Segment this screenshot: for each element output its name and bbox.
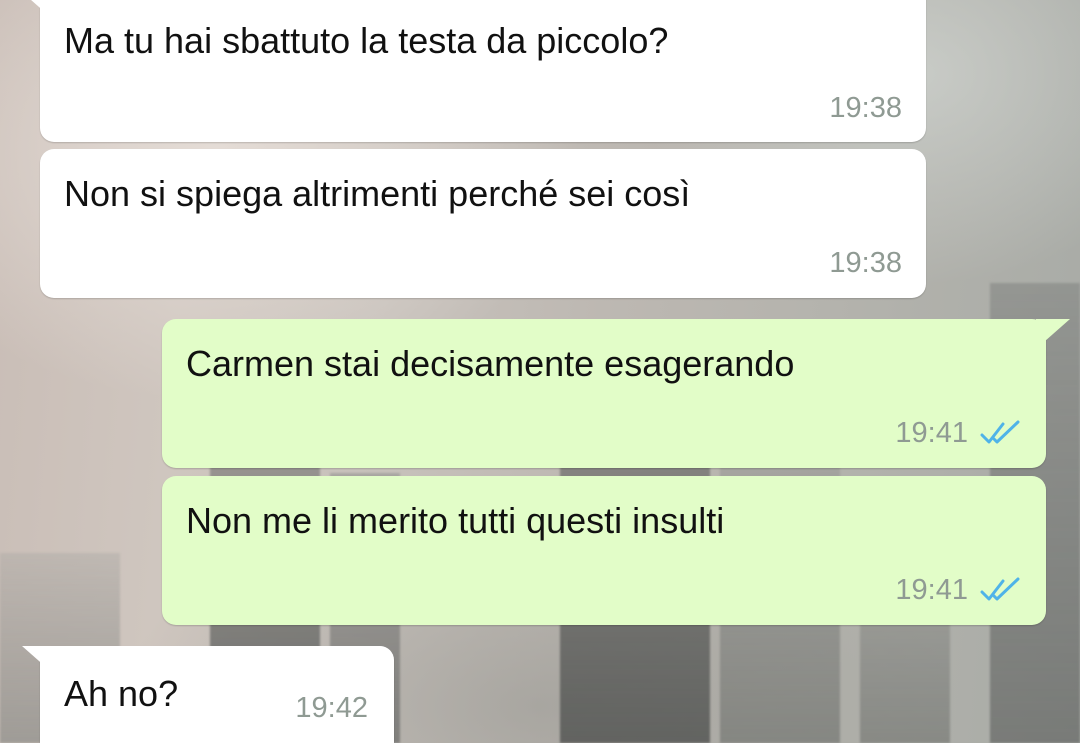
message-timestamp: 19:38	[829, 92, 902, 124]
message-list[interactable]: Ma tu hai sbattuto la testa da piccolo? …	[0, 0, 1080, 743]
message-bubble-incoming[interactable]: Ma tu hai sbattuto la testa da piccolo? …	[40, 0, 926, 142]
message-meta: 19:38	[829, 247, 902, 280]
message-text: Ah no?	[64, 673, 179, 714]
message-bubble-outgoing[interactable]: Non me li merito tutti questi insulti 19…	[162, 476, 1046, 625]
incoming-bubble-tail	[31, 0, 56, 22]
message-text: Carmen stai decisamente esagerando	[186, 343, 795, 384]
message-meta: 19:41	[895, 417, 1022, 450]
message-text: Non me li merito tutti questi insulti	[186, 500, 725, 541]
message-meta: 19:42	[295, 692, 368, 725]
message-bubble-incoming[interactable]: Non si spiega altrimenti perché sei così…	[40, 149, 926, 298]
outgoing-bubble-tail	[1036, 319, 1070, 349]
message-timestamp: 19:41	[895, 574, 968, 606]
message-timestamp: 19:38	[829, 247, 902, 279]
message-meta: 19:38	[829, 92, 902, 125]
message-bubble-incoming[interactable]: Ah no? 19:42	[40, 646, 394, 743]
message-meta: 19:41	[895, 574, 1022, 607]
double-check-read-icon	[980, 420, 1020, 443]
message-timestamp: 19:42	[295, 692, 368, 724]
double-check-read-icon	[980, 577, 1020, 600]
message-text: Non si spiega altrimenti perché sei così	[64, 173, 691, 214]
message-text: Ma tu hai sbattuto la testa da piccolo?	[64, 20, 669, 61]
message-bubble-outgoing[interactable]: Carmen stai decisamente esagerando 19:41	[162, 319, 1046, 468]
incoming-bubble-tail	[22, 646, 56, 676]
message-timestamp: 19:41	[895, 417, 968, 449]
